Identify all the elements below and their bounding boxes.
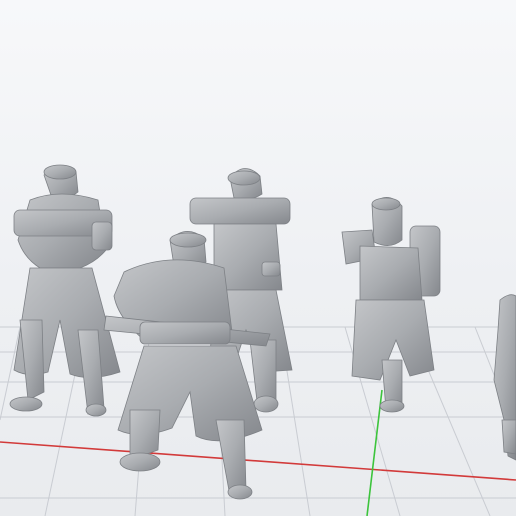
x-axis-line bbox=[0, 441, 516, 481]
scene-canvas[interactable] bbox=[0, 0, 516, 516]
model-soldier-partial-edge[interactable] bbox=[493, 294, 516, 461]
model-soldier-heavy-rifle[interactable] bbox=[9, 164, 121, 417]
3d-viewport[interactable] bbox=[0, 0, 516, 516]
model-soldier-pistol-backpack[interactable] bbox=[341, 197, 441, 413]
